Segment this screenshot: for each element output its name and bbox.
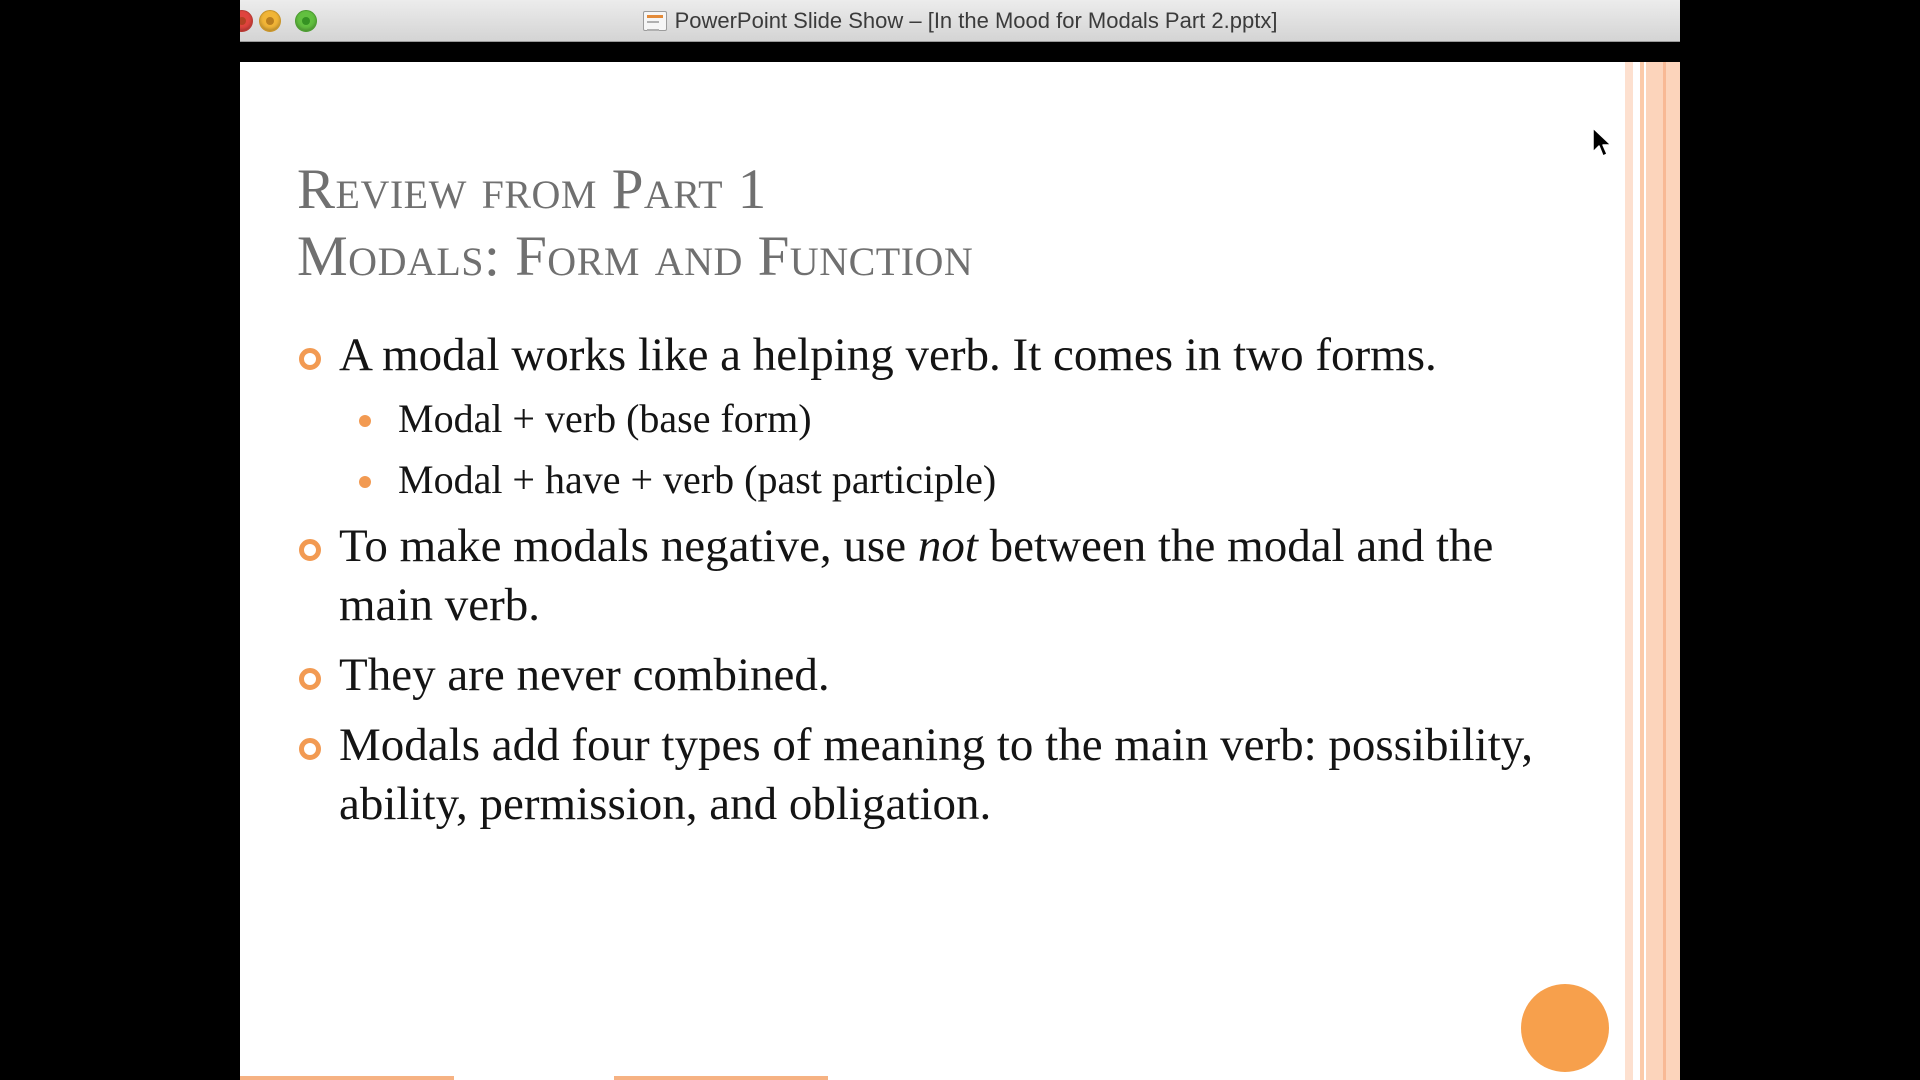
sub-bullet-modal-verb: Modal + verb (base form) [297, 394, 1597, 444]
bullet-negative-modals: To make modals negative, use not between… [297, 517, 1597, 635]
decorative-orange-circle [1521, 984, 1609, 1072]
stripe-light [1625, 62, 1633, 1080]
title-bar[interactable]: PowerPoint Slide Show – [In the Mood for… [240, 0, 1680, 42]
slideshow-window: PowerPoint Slide Show – [In the Mood for… [240, 0, 1680, 1080]
bullet-text: A modal works like a helping verb. It co… [339, 329, 1437, 381]
bullet-text: Modal + have + verb (past participle) [398, 457, 997, 502]
stripe-line [1663, 62, 1666, 1080]
window-title: PowerPoint Slide Show – [In the Mood for… [674, 7, 1278, 33]
bullet-never-combined: They are never combined. [297, 646, 1597, 705]
slide-canvas[interactable]: Review from Part 1 Modals: Form and Func… [240, 62, 1680, 1080]
bullet-text: Modals add four types of meaning to the … [339, 719, 1533, 830]
bottom-accent-middle [614, 1076, 828, 1080]
stripe-thin [1640, 62, 1644, 1080]
bullet-text: Modal + verb (base form) [398, 396, 812, 441]
pptx-document-icon [642, 10, 667, 31]
bullet-modal-helping-verb: A modal works like a helping verb. It co… [297, 326, 1597, 385]
bullet-emphasis-not: not [917, 520, 978, 572]
window-title-group: PowerPoint Slide Show – [In the Mood for… [240, 0, 1680, 41]
bullet-text: They are never combined. [339, 649, 830, 701]
mouse-pointer-icon [1592, 127, 1612, 157]
bullet-four-meanings: Modals add four types of meaning to the … [297, 716, 1597, 834]
bullet-text-before: To make modals negative, use [339, 520, 918, 572]
sub-bullet-modal-have-verb: Modal + have + verb (past participle) [297, 455, 1597, 505]
bottom-accent-left [240, 1076, 454, 1080]
slide-title: Review from Part 1 Modals: Form and Func… [297, 156, 973, 290]
bullet-list: A modal works like a helping verb. It co… [297, 326, 1597, 845]
slide-title-line-2: Modals: Form and Function [297, 225, 974, 288]
decorative-stripes [1615, 62, 1680, 1080]
slide-title-line-1: Review from Part 1 [297, 158, 767, 221]
